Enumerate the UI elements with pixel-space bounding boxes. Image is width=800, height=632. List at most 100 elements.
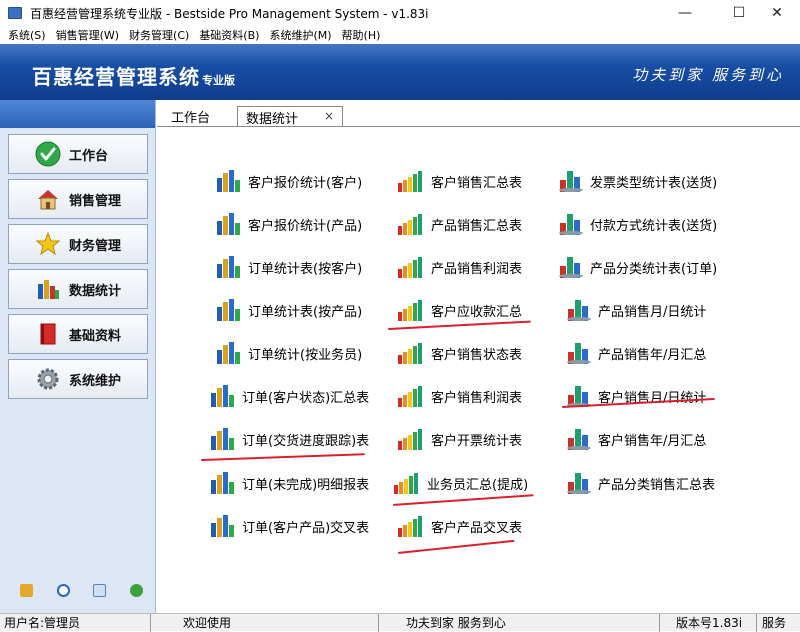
- report-item-col1-3[interactable]: 订单统计表(按产品): [216, 298, 362, 322]
- report-chart-icon: [216, 212, 248, 236]
- menu-system[interactable]: 系统(S): [8, 27, 46, 43]
- report-item-col3-4[interactable]: 产品销售年/月汇总: [566, 341, 706, 365]
- report-label: 产品分类销售汇总表: [598, 477, 716, 493]
- house-icon: [35, 186, 61, 212]
- report-label: 客户应收款汇总: [431, 304, 523, 320]
- book-icon: [35, 321, 61, 347]
- report-label: 客户销售利润表: [431, 390, 523, 406]
- report-chart-icon: [210, 514, 242, 538]
- report-chart-icon: [566, 427, 598, 451]
- close-button[interactable]: ✕: [754, 0, 800, 26]
- sidebar-item-workbench[interactable]: 工作台: [8, 134, 148, 174]
- report-label: 产品销售年/月汇总: [598, 347, 707, 363]
- report-chart-icon: [210, 471, 242, 495]
- report-item-col1-2[interactable]: 订单统计表(按客户): [216, 255, 362, 279]
- report-chart-icon: [216, 298, 248, 322]
- report-chart-icon: [210, 384, 242, 408]
- close-tab-icon[interactable]: ×: [324, 109, 334, 123]
- report-item-col1-4[interactable]: 订单统计(按业务员): [216, 341, 362, 365]
- sidebar-item-sales[interactable]: 销售管理: [8, 179, 148, 219]
- bar-chart-icon: [35, 276, 61, 302]
- report-chart-icon: [216, 169, 248, 193]
- report-label: 产品销售汇总表: [431, 218, 523, 234]
- sidebar-item-maintenance[interactable]: 系统维护: [8, 359, 148, 399]
- menu-help[interactable]: 帮助(H): [342, 27, 381, 43]
- gear-icon: [35, 366, 61, 392]
- report-item-col3-6[interactable]: 客户销售年/月汇总: [566, 427, 706, 451]
- report-label: 订单(未完成)明细报表: [242, 477, 370, 493]
- report-item-col1-1[interactable]: 客户报价统计(产品): [216, 212, 362, 236]
- report-item-col2-2[interactable]: 产品销售利润表: [397, 255, 522, 279]
- report-label: 订单统计表(按产品): [248, 304, 363, 320]
- sidebar-item-label: 系统维护: [69, 373, 122, 389]
- report-label: 订单(客户状态)汇总表: [242, 390, 370, 406]
- status-version: 版本号1.83i: [676, 616, 743, 630]
- tab-statistics[interactable]: 数据统计 ×: [237, 106, 343, 127]
- status-welcome: 欢迎使用: [183, 616, 232, 630]
- search-icon[interactable]: [93, 584, 106, 597]
- report-item-col2-3[interactable]: 客户应收款汇总: [397, 298, 522, 322]
- report-item-col1-5[interactable]: 订单(客户状态)汇总表: [210, 384, 369, 408]
- report-item-col3-3[interactable]: 产品销售月/日统计: [566, 298, 706, 322]
- menu-maintenance[interactable]: 系统维护(M): [269, 27, 331, 43]
- menu-finance[interactable]: 财务管理(C): [129, 27, 189, 43]
- sidebar-item-label: 财务管理: [69, 238, 122, 254]
- checkmark-icon: [35, 141, 61, 167]
- report-item-col2-4[interactable]: 客户销售状态表: [397, 341, 522, 365]
- report-item-col3-2[interactable]: 产品分类统计表(订单): [558, 255, 717, 279]
- report-item-col1-8[interactable]: 订单(客户产品)交叉表: [210, 514, 369, 538]
- status-user: 用户名:管理员: [4, 616, 81, 630]
- sidebar-item-finance[interactable]: 财务管理: [8, 224, 148, 264]
- sidebar-item-label: 销售管理: [69, 193, 122, 209]
- report-item-col2-1[interactable]: 产品销售汇总表: [397, 212, 522, 236]
- sidebar-item-statistics[interactable]: 数据统计: [8, 269, 148, 309]
- report-chart-icon: [566, 471, 598, 495]
- report-label: 产品销售月/日统计: [598, 304, 707, 320]
- brand-title: 百惠经营管理系统 专业版: [32, 65, 235, 89]
- refresh-icon[interactable]: [130, 584, 143, 597]
- report-label: 客户销售汇总表: [431, 175, 523, 191]
- report-chart-icon: [566, 341, 598, 365]
- minimize-button[interactable]: —: [662, 0, 708, 26]
- edit-icon[interactable]: [20, 584, 33, 597]
- menu-sales[interactable]: 销售管理(W): [56, 27, 119, 43]
- report-label: 订单(客户产品)交叉表: [242, 520, 370, 536]
- report-label: 客户销售状态表: [431, 347, 523, 363]
- clock-icon[interactable]: [57, 584, 70, 597]
- star-icon: [35, 231, 61, 257]
- sidebar-item-label: 工作台: [69, 148, 109, 164]
- report-item-col2-6[interactable]: 客户开票统计表: [397, 427, 522, 451]
- report-label: 业务员汇总(提成): [427, 477, 529, 493]
- report-label: 产品分类统计表(订单): [590, 261, 718, 277]
- report-item-col1-0[interactable]: 客户报价统计(客户): [216, 169, 362, 193]
- sidebar-item-basic-data[interactable]: 基础资料: [8, 314, 148, 354]
- report-item-col3-1[interactable]: 付款方式统计表(送货): [558, 212, 717, 236]
- app-icon: [8, 7, 22, 19]
- report-chart-icon: [216, 341, 248, 365]
- report-item-col1-7[interactable]: 订单(未完成)明细报表: [210, 471, 369, 495]
- report-chart-icon: [210, 427, 242, 451]
- report-item-col2-8[interactable]: 客户产品交叉表: [397, 514, 522, 538]
- report-label: 订单统计表(按客户): [248, 261, 363, 277]
- sidebar-item-label: 数据统计: [69, 283, 122, 299]
- banner: 百惠经营管理系统 专业版 功夫到家 服务到心: [0, 44, 800, 100]
- report-item-col3-7[interactable]: 产品分类销售汇总表: [566, 471, 715, 495]
- report-label: 客户开票统计表: [431, 433, 523, 449]
- report-label: 客户销售年/月汇总: [598, 433, 707, 449]
- menu-bar: 系统(S) 销售管理(W) 财务管理(C) 基础资料(B) 系统维护(M) 帮助…: [0, 26, 800, 44]
- report-item-col1-6[interactable]: 订单(交货进度跟踪)表: [210, 427, 369, 451]
- report-chart-icon: [216, 255, 248, 279]
- report-chart-icon: [397, 514, 431, 538]
- menu-basic-data[interactable]: 基础资料(B): [199, 27, 259, 43]
- window-title: 百惠经营管理系统专业版 - Bestside Pro Management Sy…: [30, 6, 429, 21]
- title-bar: 百惠经营管理系统专业版 - Bestside Pro Management Sy…: [0, 0, 800, 26]
- report-chart-icon: [397, 169, 431, 193]
- report-item-col2-0[interactable]: 客户销售汇总表: [397, 169, 522, 193]
- report-chart-icon: [397, 427, 431, 451]
- report-item-col2-7[interactable]: 业务员汇总(提成): [393, 471, 528, 495]
- report-chart-icon: [393, 471, 427, 495]
- tab-workbench[interactable]: 工作台: [171, 106, 210, 127]
- report-item-col2-5[interactable]: 客户销售利润表: [397, 384, 522, 408]
- report-chart-icon: [397, 212, 431, 236]
- report-item-col3-0[interactable]: 发票类型统计表(送货): [558, 169, 717, 193]
